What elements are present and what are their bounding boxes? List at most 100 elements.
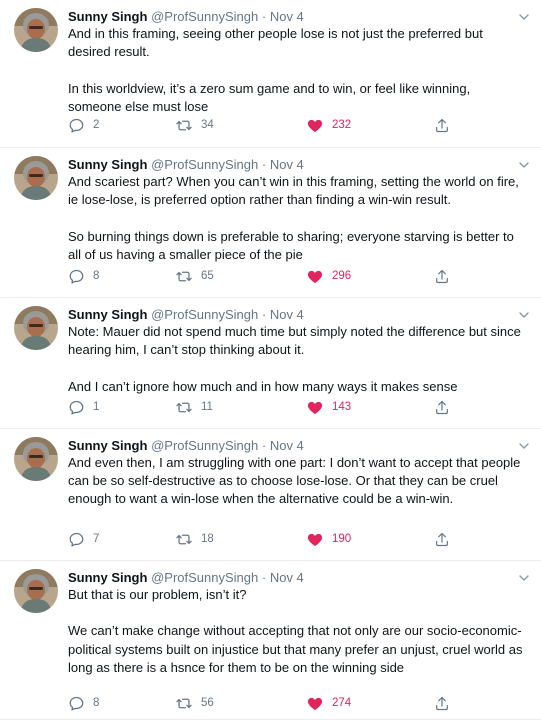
- like-count: 143: [332, 401, 352, 413]
- reply-button[interactable]: 2: [68, 116, 99, 134]
- avatar[interactable]: [14, 306, 58, 350]
- chevron-down-icon[interactable]: [517, 308, 531, 322]
- tweet-actions: 1 11 143: [68, 398, 523, 416]
- author-handle[interactable]: @ProfSunnySingh: [151, 307, 258, 322]
- tweet-paragraph: In this worldview, it’s a zero sum game …: [68, 80, 471, 114]
- author-name[interactable]: Sunny Singh: [68, 157, 147, 172]
- retweet-icon: [176, 534, 192, 544]
- author-name[interactable]: Sunny Singh: [68, 307, 147, 322]
- retweet-button[interactable]: 56: [175, 694, 214, 712]
- heart-icon: [307, 270, 323, 283]
- chevron-down-icon[interactable]: [517, 10, 531, 24]
- tweet-date[interactable]: Nov 4: [270, 570, 304, 585]
- tweet-header: Sunny Singh @ProfSunnySingh · Nov 4: [68, 156, 511, 173]
- like-button[interactable]: 296: [306, 267, 351, 285]
- share-icon: [436, 118, 448, 132]
- avatar[interactable]: [14, 437, 58, 481]
- share-button[interactable]: [434, 694, 450, 712]
- tweet-date[interactable]: Nov 4: [270, 307, 304, 322]
- retweet-icon: [176, 402, 192, 412]
- retweet-count: 11: [201, 401, 213, 413]
- tweet-paragraph: And even then, I am struggling with one …: [68, 455, 521, 507]
- retweet-button[interactable]: 11: [175, 398, 213, 416]
- tweet-2[interactable]: Sunny Singh @ProfSunnySingh · Nov 4 And …: [0, 148, 541, 298]
- share-button[interactable]: [434, 530, 450, 548]
- author-handle[interactable]: @ProfSunnySingh: [151, 570, 258, 585]
- reply-count: 8: [93, 270, 100, 282]
- share-button[interactable]: [434, 398, 450, 416]
- author-name[interactable]: Sunny Singh: [68, 9, 147, 24]
- heart-icon: [307, 533, 323, 546]
- heart-icon: [307, 697, 323, 710]
- tweet-text: Note: Mauer did not spend much time but …: [68, 323, 523, 396]
- tweet-text: But that is our problem, isn’t it? We can…: [68, 586, 523, 677]
- chevron-down-icon[interactable]: [517, 439, 531, 453]
- like-count: 274: [332, 697, 352, 709]
- like-count: 190: [332, 533, 352, 545]
- retweet-icon: [176, 271, 192, 281]
- retweet-count: 65: [201, 270, 214, 282]
- reply-button[interactable]: 8: [68, 694, 99, 712]
- reply-button[interactable]: 1: [68, 398, 99, 416]
- heart-icon: [307, 119, 323, 132]
- share-button[interactable]: [434, 116, 450, 134]
- like-button[interactable]: 274: [306, 694, 351, 712]
- tweet-paragraph: And in this framing, seeing other people…: [68, 26, 483, 60]
- tweet-text: And even then, I am struggling with one …: [68, 454, 523, 509]
- retweet-count: 56: [201, 697, 214, 709]
- like-count: 232: [332, 119, 352, 131]
- tweet-header: Sunny Singh @ProfSunnySingh · Nov 4: [68, 8, 511, 25]
- retweet-button[interactable]: 34: [175, 116, 214, 134]
- chevron-down-icon[interactable]: [517, 158, 531, 172]
- share-icon: [436, 269, 448, 283]
- separator-dot: ·: [261, 570, 267, 585]
- retweet-button[interactable]: 65: [175, 267, 214, 285]
- tweet-actions: 2 34 232: [68, 116, 523, 134]
- reply-button[interactable]: 8: [68, 267, 99, 285]
- author-handle[interactable]: @ProfSunnySingh: [151, 9, 258, 24]
- share-icon: [436, 532, 448, 546]
- reply-icon: [69, 269, 84, 284]
- retweet-count: 18: [201, 533, 214, 545]
- reply-count: 2: [93, 119, 100, 131]
- separator-dot: ·: [261, 9, 267, 24]
- reply-count: 8: [93, 697, 100, 709]
- tweet-paragraph: We can’t make change without accepting t…: [68, 623, 523, 675]
- author-handle[interactable]: @ProfSunnySingh: [151, 157, 258, 172]
- like-button[interactable]: 232: [306, 116, 351, 134]
- tweet-thread: Sunny Singh @ProfSunnySingh · Nov 4 And …: [0, 0, 541, 720]
- tweet-paragraph: And scariest part? When you can’t win in…: [68, 174, 519, 208]
- chevron-down-icon[interactable]: [517, 571, 531, 585]
- tweet-actions: 7 18 190: [68, 530, 523, 548]
- avatar[interactable]: [14, 569, 58, 613]
- tweet-4[interactable]: Sunny Singh @ProfSunnySingh · Nov 4 And …: [0, 429, 541, 561]
- tweet-3[interactable]: Sunny Singh @ProfSunnySingh · Nov 4 Note…: [0, 298, 541, 429]
- avatar[interactable]: [14, 156, 58, 200]
- tweet-date[interactable]: Nov 4: [270, 157, 304, 172]
- avatar[interactable]: [14, 8, 58, 52]
- tweet-date[interactable]: Nov 4: [270, 9, 304, 24]
- tweet-header: Sunny Singh @ProfSunnySingh · Nov 4: [68, 437, 511, 454]
- tweet-date[interactable]: Nov 4: [270, 438, 304, 453]
- tweet-5[interactable]: Sunny Singh @ProfSunnySingh · Nov 4 But …: [0, 561, 541, 720]
- retweet-count: 34: [201, 119, 214, 131]
- like-button[interactable]: 190: [306, 530, 351, 548]
- tweet-actions: 8 56 274: [68, 694, 523, 712]
- heart-icon: [307, 401, 323, 414]
- share-icon: [436, 696, 448, 710]
- tweet-header: Sunny Singh @ProfSunnySingh · Nov 4: [68, 569, 511, 586]
- retweet-icon: [176, 120, 192, 130]
- tweet-header: Sunny Singh @ProfSunnySingh · Nov 4: [68, 306, 511, 323]
- retweet-button[interactable]: 18: [175, 530, 214, 548]
- author-name[interactable]: Sunny Singh: [68, 570, 147, 585]
- share-button[interactable]: [434, 267, 450, 285]
- like-button[interactable]: 143: [306, 398, 351, 416]
- reply-icon: [69, 532, 84, 547]
- reply-button[interactable]: 7: [68, 530, 99, 548]
- reply-count: 1: [93, 401, 100, 413]
- author-handle[interactable]: @ProfSunnySingh: [151, 438, 258, 453]
- reply-icon: [69, 118, 84, 133]
- reply-icon: [69, 400, 84, 415]
- author-name[interactable]: Sunny Singh: [68, 438, 147, 453]
- tweet-1[interactable]: Sunny Singh @ProfSunnySingh · Nov 4 And …: [0, 0, 541, 148]
